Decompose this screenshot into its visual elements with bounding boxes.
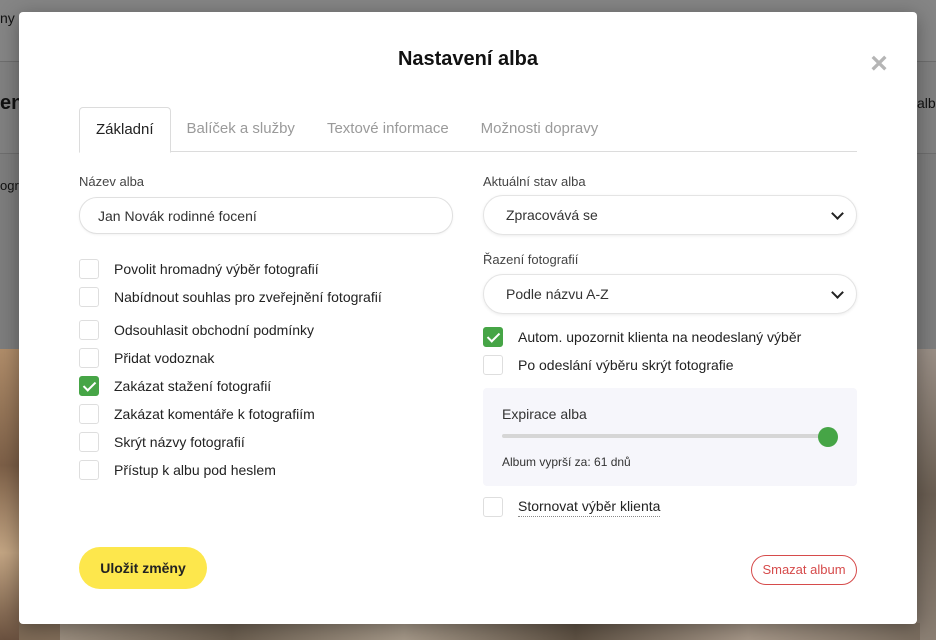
checkbox-label: Odsouhlasit obchodní podmínky bbox=[114, 322, 315, 338]
checkbox-label: Stornovat výběr klienta bbox=[518, 498, 661, 517]
album-name-label: Název alba bbox=[79, 174, 145, 189]
tab-package-services[interactable]: Balíček a služby bbox=[171, 107, 311, 152]
checkbox-box[interactable] bbox=[483, 355, 503, 375]
checkbox-box[interactable] bbox=[79, 460, 99, 480]
checkbox-terms[interactable]: Odsouhlasit obchodní podmínky bbox=[79, 320, 314, 340]
checkbox-box-checked[interactable] bbox=[483, 327, 503, 347]
checkbox-label: Zakázat komentáře k fotografiím bbox=[114, 406, 315, 422]
checkbox-label: Nabídnout souhlas pro zveřejnění fotogra… bbox=[114, 289, 382, 305]
expiry-slider-track[interactable] bbox=[502, 434, 828, 438]
album-status-label: Aktuální stav alba bbox=[483, 174, 586, 189]
tab-shipping-options[interactable]: Možnosti dopravy bbox=[465, 107, 615, 152]
backdrop-photo-left bbox=[0, 349, 19, 640]
close-icon[interactable]: × bbox=[865, 49, 893, 79]
photo-sorting-select[interactable]: Podle názvu A-Z bbox=[483, 274, 857, 314]
modal-title: Nastavení alba bbox=[397, 48, 539, 70]
checkbox-box[interactable] bbox=[79, 432, 99, 452]
checkbox-label: Povolit hromadný výběr fotografií bbox=[114, 261, 319, 277]
chevron-down-icon bbox=[831, 207, 844, 220]
checkbox-disable-comments[interactable]: Zakázat komentáře k fotografiím bbox=[79, 404, 315, 424]
backdrop-text-fragment: ogr bbox=[0, 178, 19, 193]
delete-album-button[interactable]: Smazat album bbox=[751, 555, 857, 585]
backdrop-text-fragment: ny bbox=[0, 10, 15, 26]
expiry-remaining-text: Album vyprší za: 61 dnů bbox=[502, 455, 631, 469]
backdrop-photo-strip bbox=[60, 623, 920, 640]
backdrop-photo-right bbox=[917, 349, 936, 640]
tab-text-info[interactable]: Textové informace bbox=[311, 107, 465, 152]
checkbox-hide-names[interactable]: Skrýt názvy fotografií bbox=[79, 432, 245, 452]
checkbox-box[interactable] bbox=[79, 404, 99, 424]
checkbox-label: Zakázat stažení fotografií bbox=[114, 378, 272, 394]
checkbox-box[interactable] bbox=[79, 287, 99, 307]
checkbox-box[interactable] bbox=[79, 320, 99, 340]
chevron-down-icon bbox=[831, 286, 844, 299]
album-status-value: Zpracovává se bbox=[506, 207, 598, 223]
checkbox-watermark[interactable]: Přidat vodoznak bbox=[79, 348, 214, 368]
album-name-input[interactable] bbox=[79, 197, 453, 234]
expiry-slider-handle[interactable] bbox=[818, 427, 838, 447]
checkbox-bulk-selection[interactable]: Povolit hromadný výběr fotografií bbox=[79, 259, 319, 279]
album-settings-modal: Nastavení alba × Základní Balíček a služ… bbox=[19, 12, 917, 624]
expiry-title: Expirace alba bbox=[502, 406, 587, 422]
backdrop-text-fragment: alb bbox=[917, 95, 936, 111]
tab-basic[interactable]: Základní bbox=[79, 107, 171, 153]
checkbox-publish-consent[interactable]: Nabídnout souhlas pro zveřejnění fotogra… bbox=[79, 287, 382, 307]
checkbox-box[interactable] bbox=[483, 497, 503, 517]
checkbox-box-checked[interactable] bbox=[79, 376, 99, 396]
checkbox-label: Přidat vodoznak bbox=[114, 350, 215, 366]
checkbox-label: Přístup k albu pod heslem bbox=[114, 462, 276, 478]
checkbox-label: Skrýt názvy fotografií bbox=[114, 434, 245, 450]
checkbox-auto-notify[interactable]: Autom. upozornit klienta na neodeslaný v… bbox=[483, 327, 801, 347]
checkbox-cancel-selection[interactable]: Stornovat výběr klienta bbox=[483, 497, 661, 517]
album-expiry-panel: Expirace alba Album vyprší za: 61 dnů bbox=[483, 388, 857, 486]
checkbox-box[interactable] bbox=[79, 259, 99, 279]
checkbox-label: Po odeslání výběru skrýt fotografie bbox=[518, 357, 734, 373]
checkbox-password-access[interactable]: Přístup k albu pod heslem bbox=[79, 460, 276, 480]
save-changes-button[interactable]: Uložit změny bbox=[79, 547, 207, 589]
tab-bar: Základní Balíček a služby Textové inform… bbox=[79, 107, 857, 153]
photo-sorting-value: Podle názvu A-Z bbox=[506, 286, 609, 302]
photo-sorting-label: Řazení fotografií bbox=[483, 252, 579, 267]
checkbox-hide-after-submit[interactable]: Po odeslání výběru skrýt fotografie bbox=[483, 355, 734, 375]
checkbox-label: Autom. upozornit klienta na neodeslaný v… bbox=[518, 329, 802, 345]
checkbox-box[interactable] bbox=[79, 348, 99, 368]
checkbox-disable-download[interactable]: Zakázat stažení fotografií bbox=[79, 376, 271, 396]
album-status-select[interactable]: Zpracovává se bbox=[483, 195, 857, 235]
